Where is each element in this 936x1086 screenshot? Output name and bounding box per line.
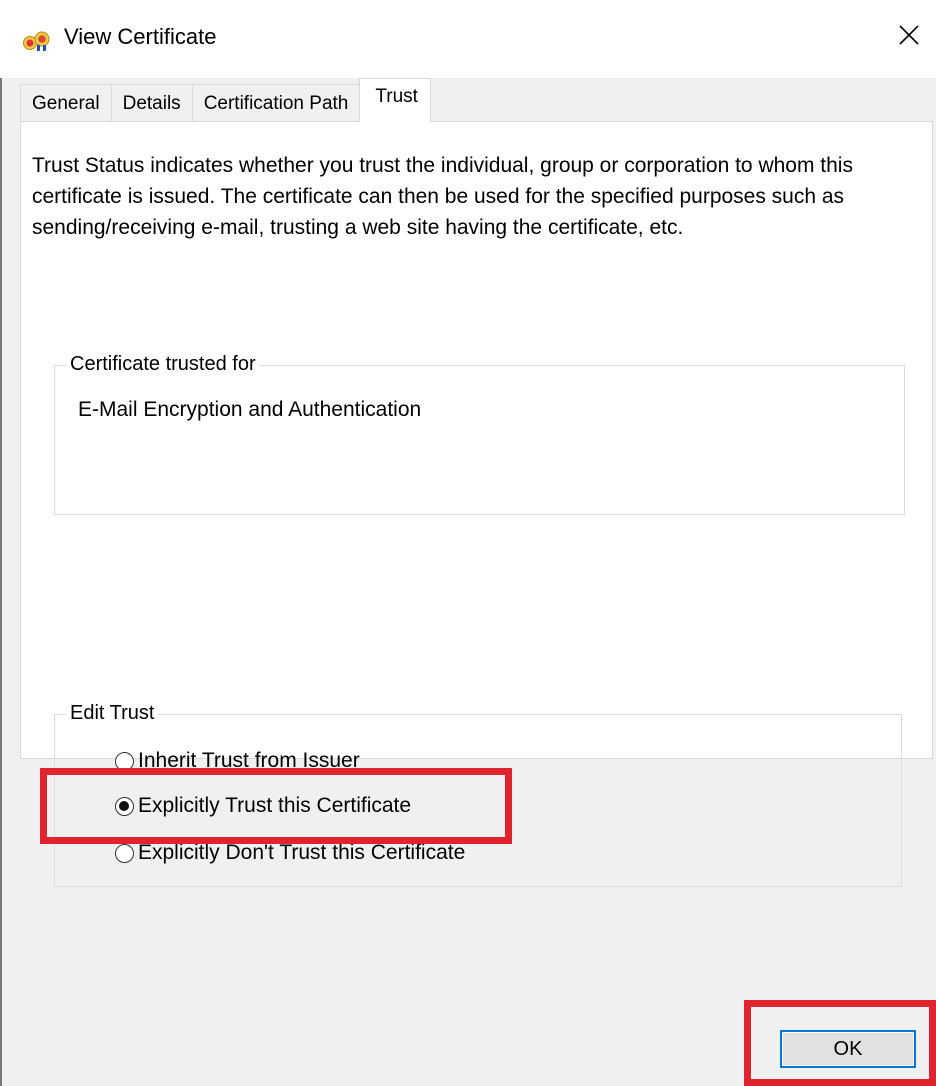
certificate-trusted-for-legend: Certificate trusted for [66,351,260,377]
radio-button[interactable] [115,751,134,771]
tab-certification-path[interactable]: Certification Path [191,84,361,122]
tab-general[interactable]: General [20,84,112,122]
window-left-border [0,68,2,1086]
trust-status-description: Trust Status indicates whether you trust… [32,154,853,239]
certificate-icon [22,26,56,52]
edit-trust-legend: Edit Trust [66,700,159,726]
radio-inherit-trust[interactable]: Inherit Trust from Issuer [115,746,360,776]
view-certificate-dialog: View Certificate General Details Certifi… [0,0,936,1086]
tab-strip: General Details Certification Path Trust [20,78,431,122]
tab-details[interactable]: Details [110,84,193,122]
close-button[interactable] [884,12,934,62]
certificate-trusted-for-group [54,365,905,515]
window-title: View Certificate [64,24,217,49]
radio-explicitly-dont-trust[interactable]: Explicitly Don't Trust this Certificate [115,838,465,868]
title-bar[interactable]: View Certificate [0,0,936,78]
radio-label: Inherit Trust from Issuer [138,749,360,772]
trusted-purpose-value: E-Mail Encryption and Authentication [78,398,422,421]
radio-label: Explicitly Trust this Certificate [138,794,412,817]
radio-label: Explicitly Don't Trust this Certificate [138,841,466,864]
ok-button[interactable]: OK [780,1030,916,1068]
close-icon [898,24,920,51]
tab-trust[interactable]: Trust [359,78,431,122]
radio-explicitly-trust[interactable]: Explicitly Trust this Certificate [115,791,411,821]
radio-button-checked[interactable] [115,796,134,816]
radio-button[interactable] [115,843,134,863]
